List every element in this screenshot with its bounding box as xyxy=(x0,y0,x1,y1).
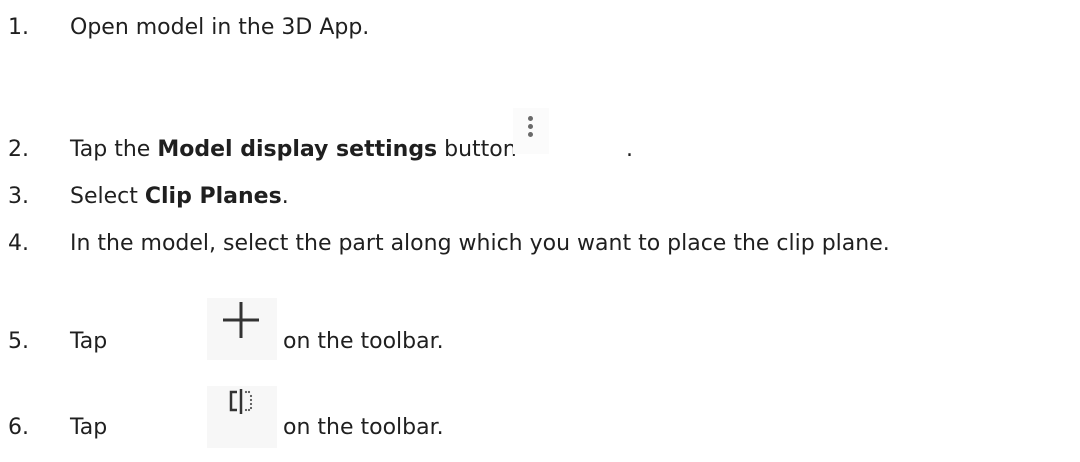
more-vertical-icon xyxy=(513,108,549,154)
step-text-post: . xyxy=(281,184,289,209)
step-text-pre: Tap xyxy=(70,415,108,440)
step-text-post: on the toolbar. xyxy=(283,329,444,354)
step-number: 2. xyxy=(8,137,29,162)
plus-icon xyxy=(207,298,277,360)
step-text-pre: Tap xyxy=(70,329,108,354)
step-text-end: . xyxy=(626,137,633,162)
step-number: 3. xyxy=(8,184,29,209)
step-text-pre: Tap the xyxy=(70,137,158,162)
step-number: 4. xyxy=(8,231,29,256)
instruction-page: { "steps": [ {"num": "1.", "text": "Open… xyxy=(0,0,1080,448)
ui-term-model-display-settings: Model display settings xyxy=(157,137,438,162)
step-text: Select Clip Planes. xyxy=(70,177,289,217)
clip-plane-icon xyxy=(207,386,277,448)
ui-term-clip-planes: Clip Planes xyxy=(144,184,282,209)
step-text-pre: Select xyxy=(70,184,145,209)
step-number: 6. xyxy=(8,415,29,440)
step-text-post: on the toolbar. xyxy=(283,415,444,440)
step-text-post: button xyxy=(437,137,517,162)
step-text: Tap on the toolbar. xyxy=(70,298,470,362)
step-text: Tap on the toolbar. xyxy=(70,386,470,448)
step-text: In the model, select the part along whic… xyxy=(70,231,890,256)
step-number: 1. xyxy=(8,15,29,40)
step-text: Open model in the 3D App. xyxy=(70,15,370,40)
step-number: 5. xyxy=(8,329,29,354)
step-text: Tap the Model display settings button . xyxy=(70,108,770,170)
